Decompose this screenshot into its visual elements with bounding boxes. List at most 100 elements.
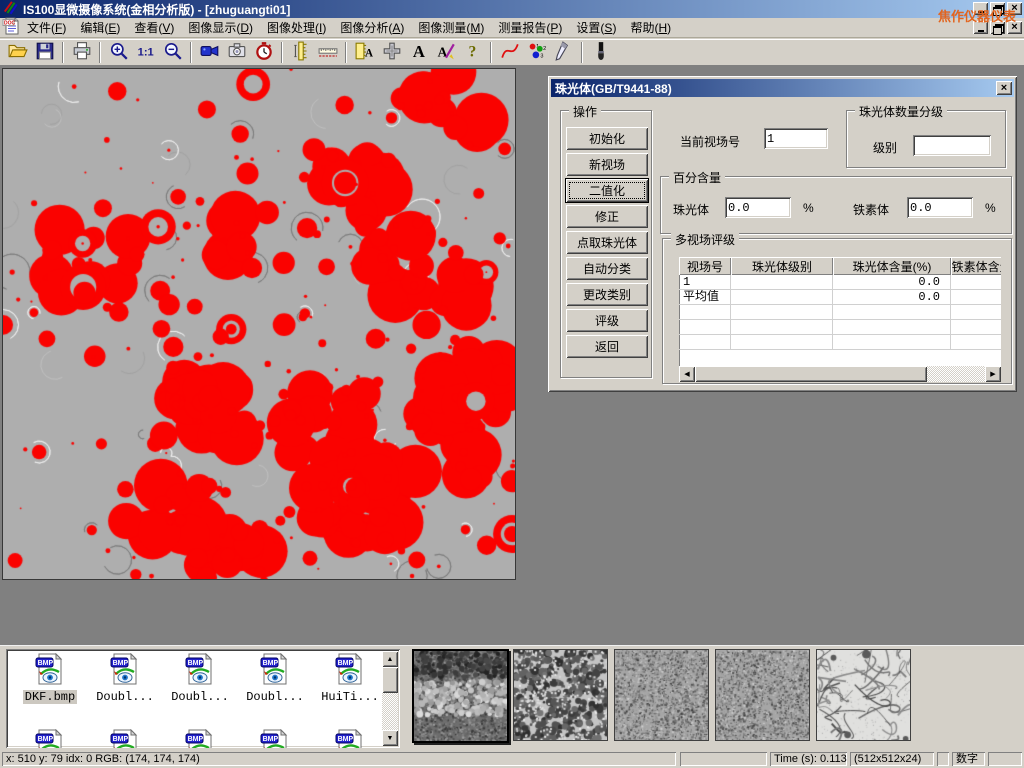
toolbar-text-button[interactable]: A: [405, 40, 432, 65]
current-view-input[interactable]: [764, 128, 828, 149]
table-row[interactable]: 平均值0.0: [679, 290, 1001, 305]
menu-item-p[interactable]: 测量报告(P): [491, 17, 569, 38]
table-row[interactable]: [679, 305, 1001, 320]
file-item[interactable]: BMPDoubl...: [164, 653, 236, 704]
file-item[interactable]: BMP: [314, 729, 386, 748]
hscroll-thumb[interactable]: [695, 366, 927, 382]
vscroll-thumb[interactable]: [382, 667, 398, 693]
toolbar-timer-button[interactable]: [250, 40, 277, 65]
vendor-watermark: 焦作仪器仪表: [938, 6, 1016, 25]
table-cell: [679, 320, 731, 334]
video-camera-icon: [200, 41, 220, 64]
init-button[interactable]: 初始化: [566, 127, 648, 150]
scroll-right-button[interactable]: ▶: [985, 366, 1001, 382]
toolbar-print-button[interactable]: [68, 40, 95, 65]
toolbar-move-button[interactable]: [378, 40, 405, 65]
toolbar-camera-button[interactable]: [223, 40, 250, 65]
toolbar-save-button[interactable]: [31, 40, 58, 65]
toolbar-ruler-horizontal-button[interactable]: [314, 40, 341, 65]
scroll-left-icon: ◀: [684, 370, 689, 378]
dialog-close-button[interactable]: ×: [996, 81, 1012, 95]
file-item[interactable]: BMPHuiTi...: [314, 653, 386, 704]
file-vscrollbar[interactable]: ▲ ▼: [382, 651, 398, 746]
thumbnail-canvas: [412, 649, 509, 743]
toolbar-zoom-in-button[interactable]: [105, 40, 132, 65]
scroll-right-icon: ▶: [990, 370, 995, 378]
menu-item-m[interactable]: 图像测量(M): [411, 17, 491, 38]
toolbar-pen-button[interactable]: [550, 40, 577, 65]
menu-item-f[interactable]: 文件(F): [20, 17, 73, 38]
correct-button[interactable]: 修正: [566, 205, 648, 228]
toolbar-caliper-vertical-button[interactable]: [287, 40, 314, 65]
svg-text:A: A: [365, 47, 373, 59]
table-cell: [731, 275, 833, 289]
file-item[interactable]: BMPDoubl...: [239, 653, 311, 704]
menu-item-a[interactable]: 图像分析(A): [333, 17, 411, 38]
toolbar-video-camera-button[interactable]: [196, 40, 223, 65]
toolbar-actual-size-button[interactable]: 1:1: [132, 40, 159, 65]
scroll-down-button[interactable]: ▼: [382, 730, 398, 746]
thumbnail-image[interactable]: [513, 649, 608, 741]
binarize-button[interactable]: 二值化: [566, 179, 648, 202]
menu-item-v[interactable]: 查看(V): [127, 17, 181, 38]
toolbar-separator: [62, 42, 64, 63]
dialog-title: 珠光体(GB/T9441-88): [555, 80, 672, 97]
menu-item-s[interactable]: 设置(S): [569, 17, 623, 38]
file-item[interactable]: BMP: [164, 729, 236, 748]
thumbnail-image[interactable]: [412, 649, 509, 743]
table-cell: [731, 305, 833, 319]
thumbnail-image[interactable]: [715, 649, 810, 741]
menu-item-e[interactable]: 编辑(E): [73, 17, 127, 38]
file-item[interactable]: BMP: [14, 729, 86, 748]
thumbnail-image[interactable]: [614, 649, 709, 741]
change-class-button[interactable]: 更改类别: [566, 283, 648, 306]
toolbar-zoom-out-button[interactable]: [159, 40, 186, 65]
binarized-metallograph-image[interactable]: [2, 68, 516, 580]
table-cell: 0.0: [833, 275, 951, 289]
toolbar-help-button[interactable]: ?: [459, 40, 486, 65]
toolbar-text-style-button[interactable]: A: [432, 40, 459, 65]
app-icon[interactable]: [3, 0, 19, 19]
scroll-left-button[interactable]: ◀: [679, 366, 695, 382]
document-icon[interactable]: DOC: [2, 17, 20, 38]
open-icon: [8, 41, 28, 64]
status-mode: 数字: [952, 752, 985, 766]
toolbar-open-button[interactable]: [4, 40, 31, 65]
grade-button[interactable]: 评级: [566, 309, 648, 332]
menu-item-i[interactable]: 图像处理(I): [260, 17, 333, 38]
thumbnail-image[interactable]: [816, 649, 911, 741]
menu-item-d[interactable]: 图像显示(D): [181, 17, 260, 38]
svg-text:BMP: BMP: [338, 660, 354, 667]
table-header-cell: 珠光体级别: [731, 257, 833, 275]
table-row[interactable]: [679, 320, 1001, 335]
menu-item-h[interactable]: 帮助(H): [623, 17, 678, 38]
file-item[interactable]: BMP: [239, 729, 311, 748]
new-field-button[interactable]: 新视场: [566, 153, 648, 176]
table-row[interactable]: [679, 335, 1001, 350]
ferrite-percent-input[interactable]: [907, 197, 973, 218]
table-row[interactable]: 10.0: [679, 275, 1001, 290]
caliper-vertical-icon: [291, 41, 311, 64]
toolbar-measure-text-button[interactable]: A: [351, 40, 378, 65]
svg-text:BMP: BMP: [38, 660, 54, 667]
toolbar-classify-dots-button[interactable]: 123: [523, 40, 550, 65]
status-empty-3: [988, 752, 1022, 766]
timer-icon: [254, 41, 274, 64]
return-button[interactable]: 返回: [566, 335, 648, 358]
table-cell: 平均值: [679, 290, 731, 304]
dialog-title-bar[interactable]: 珠光体(GB/T9441-88): [551, 79, 1014, 97]
scroll-up-button[interactable]: ▲: [382, 651, 398, 667]
grade-input[interactable]: [913, 135, 991, 156]
svg-text:BMP: BMP: [263, 660, 279, 667]
auto-classify-button[interactable]: 自动分类: [566, 257, 648, 280]
pick-pearlite-button[interactable]: 点取珠光体: [566, 231, 648, 254]
toolbar-brush-button[interactable]: [587, 40, 614, 65]
table-hscrollbar[interactable]: ◀ ▶: [679, 366, 1001, 382]
svg-text:DOC: DOC: [4, 21, 16, 27]
pearlite-percent-input[interactable]: [725, 197, 791, 218]
file-item[interactable]: BMP: [89, 729, 161, 748]
file-item[interactable]: BMPDKF.bmp: [14, 653, 86, 704]
file-item[interactable]: BMPDoubl...: [89, 653, 161, 704]
toolbar-curve-button[interactable]: [496, 40, 523, 65]
bmp-file-icon: BMP: [260, 674, 290, 688]
